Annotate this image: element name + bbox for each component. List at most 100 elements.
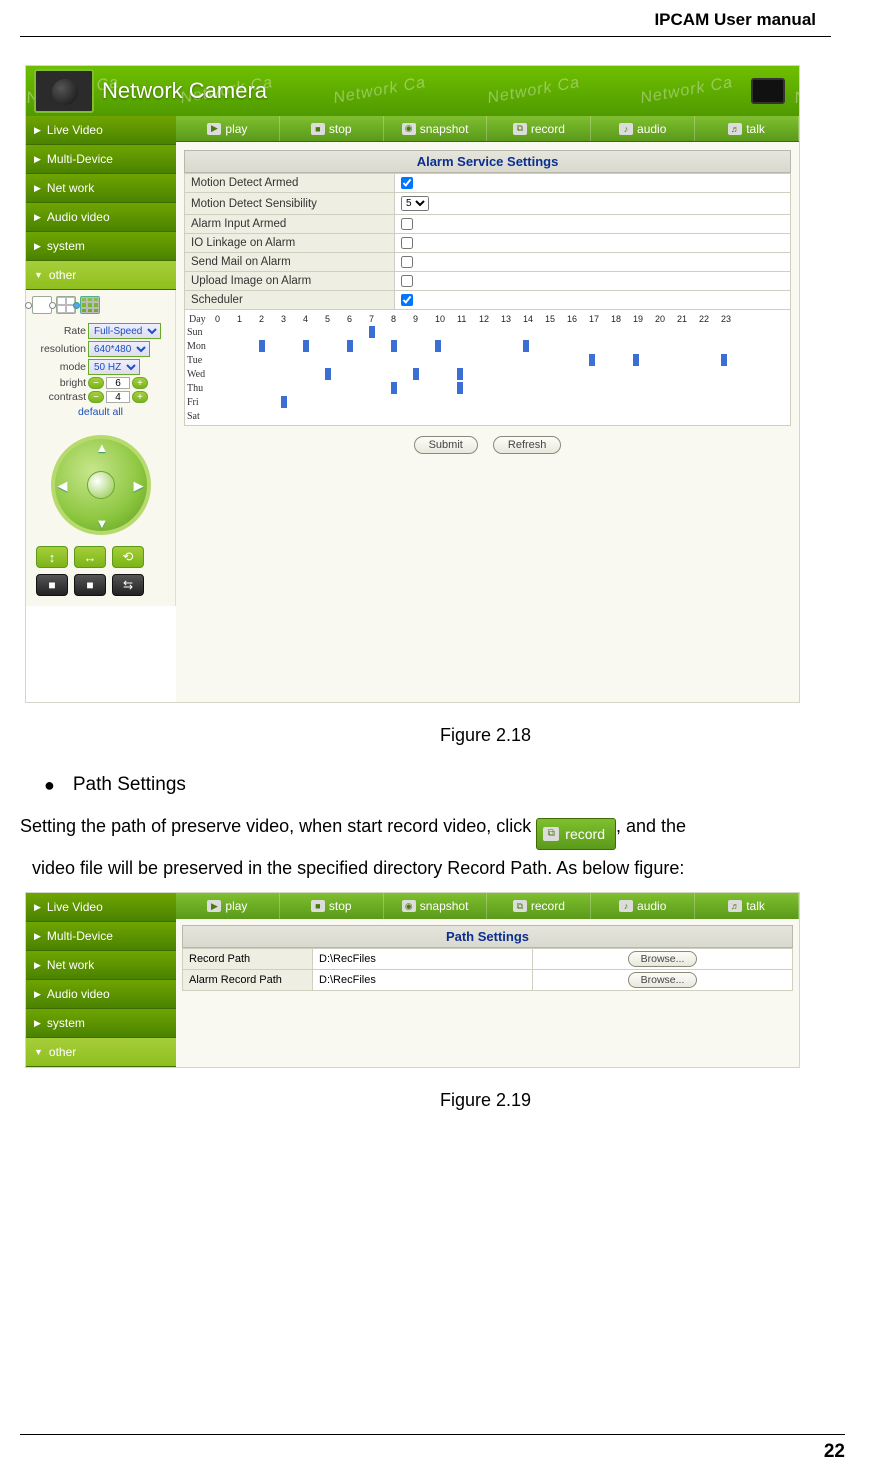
toolbar: ▶play ■stop ◉snapshot ⧉record ♪audio ♬ta… [176,893,799,919]
motion-armed-checkbox[interactable] [401,177,413,189]
alarm-input-checkbox[interactable] [401,218,413,230]
contrast-value[interactable] [106,391,130,403]
toolbar-snapshot-button[interactable]: ◉snapshot [384,116,488,141]
ptz-center-button[interactable] [87,471,115,499]
schedule-mark[interactable] [523,340,529,352]
schedule-mark[interactable] [435,340,441,352]
upload-image-checkbox[interactable] [401,275,413,287]
toolbar-record-button[interactable]: ⧉record [487,893,591,919]
snapshot-icon: ◉ [402,900,416,912]
dark-button-1[interactable]: ■ [36,574,68,596]
sidebar-item-other[interactable]: ▼other [26,1038,176,1067]
toolbar-stop-button[interactable]: ■stop [280,116,384,141]
schedule-mark[interactable] [303,340,309,352]
schedule-mark[interactable] [391,340,397,352]
sidebar-item-system[interactable]: ▶system [26,232,176,261]
send-mail-checkbox[interactable] [401,256,413,268]
schedule-mark[interactable] [457,368,463,380]
sidebar-item-multi-device[interactable]: ▶Multi-Device [26,922,176,951]
contrast-minus-button[interactable]: − [88,391,104,403]
toolbar-audio-button[interactable]: ♪audio [591,116,695,141]
schedule-row[interactable]: Thu [187,381,788,395]
schedule-track[interactable] [213,354,788,366]
record-button-inline[interactable]: ⧉ record [536,818,616,850]
resolution-select[interactable]: 640*480 [88,341,150,357]
schedule-mark[interactable] [325,368,331,380]
alarm-record-path-browse-button[interactable]: Browse... [628,972,698,988]
schedule-mark[interactable] [413,368,419,380]
sidebar-item-audio-video[interactable]: ▶Audio video [26,980,176,1009]
sidebar-item-system[interactable]: ▶system [26,1009,176,1038]
motion-sens-select[interactable]: 5 [401,196,429,211]
green-button-1[interactable]: ↕ [36,546,68,568]
dark-button-3[interactable]: ⇆ [112,574,144,596]
schedule-row[interactable]: Wed [187,367,788,381]
schedule-row[interactable]: Sun [187,325,788,339]
schedule-track[interactable] [213,340,788,352]
ptz-up-icon[interactable]: ▲ [96,440,109,455]
schedule-grid[interactable]: Day 012345678910111213141516171819202122… [184,309,791,426]
schedule-mark[interactable] [281,396,287,408]
mode-select[interactable]: 50 HZ [88,359,140,375]
green-button-2[interactable]: ↔ [74,546,106,568]
toolbar-play-button[interactable]: ▶play [176,893,280,919]
contrast-plus-button[interactable]: + [132,391,148,403]
mode-label: mode [30,361,86,373]
record-path-input[interactable] [319,953,526,965]
sidebar-item-other[interactable]: ▼other [26,261,176,290]
toolbar-snapshot-button[interactable]: ◉snapshot [384,893,488,919]
record-icon: ⧉ [543,827,559,841]
toolbar-audio-button[interactable]: ♪audio [591,893,695,919]
toolbar-record-button[interactable]: ⧉record [487,116,591,141]
green-button-3[interactable]: ⟲ [112,546,144,568]
ptz-right-icon[interactable]: ▶ [134,478,144,494]
bright-value[interactable] [106,377,130,389]
toolbar-play-button[interactable]: ▶play [176,116,280,141]
schedule-mark[interactable] [369,326,375,338]
schedule-track[interactable] [213,382,788,394]
figure-caption-218: Figure 2.18 [20,703,831,764]
record-path-browse-button[interactable]: Browse... [628,951,698,967]
talk-icon: ♬ [728,123,742,135]
io-linkage-checkbox[interactable] [401,237,413,249]
ptz-down-icon[interactable]: ▼ [96,516,109,531]
schedule-row[interactable]: Mon [187,339,788,353]
scheduler-checkbox[interactable] [401,294,413,306]
toolbar-talk-button[interactable]: ♬talk [695,893,799,919]
ptz-left-icon[interactable]: ◀ [58,478,68,494]
schedule-track[interactable] [213,410,788,422]
schedule-row[interactable]: Sat [187,409,788,423]
toolbar-talk-button[interactable]: ♬talk [695,116,799,141]
sidebar-item-audio-video[interactable]: ▶Audio video [26,203,176,232]
schedule-track[interactable] [213,368,788,380]
bright-plus-button[interactable]: + [132,377,148,389]
toolbar-stop-button[interactable]: ■stop [280,893,384,919]
default-all-link[interactable]: default all [28,404,173,424]
schedule-row[interactable]: Fri [187,395,788,409]
alarm-record-path-input[interactable] [319,974,526,986]
sidebar-item-live-video[interactable]: ▶Live Video [26,116,176,145]
schedule-mark[interactable] [633,354,639,366]
view-nine-button[interactable] [80,296,100,314]
schedule-row[interactable]: Tue [187,353,788,367]
refresh-button[interactable]: Refresh [493,436,562,454]
sidebar-item-multi-device[interactable]: ▶Multi-Device [26,145,176,174]
rate-select[interactable]: Full-Speed [88,323,161,339]
bright-minus-button[interactable]: − [88,377,104,389]
dark-button-2[interactable]: ■ [74,574,106,596]
schedule-mark[interactable] [721,354,727,366]
schedule-mark[interactable] [391,382,397,394]
chevron-right-icon: ▶ [34,1018,41,1029]
sidebar-item-net-work[interactable]: ▶Net work [26,951,176,980]
schedule-mark[interactable] [589,354,595,366]
submit-button[interactable]: Submit [414,436,478,454]
banner: Network Ca Network Ca Network Ca Network… [26,66,799,116]
sidebar-item-net-work[interactable]: ▶Net work [26,174,176,203]
ptz-control[interactable]: ▲ ▼ ◀ ▶ [46,430,156,540]
schedule-mark[interactable] [457,382,463,394]
schedule-track[interactable] [213,326,788,338]
schedule-track[interactable] [213,396,788,408]
schedule-mark[interactable] [259,340,265,352]
sidebar-item-live-video[interactable]: ▶Live Video [26,893,176,922]
schedule-mark[interactable] [347,340,353,352]
